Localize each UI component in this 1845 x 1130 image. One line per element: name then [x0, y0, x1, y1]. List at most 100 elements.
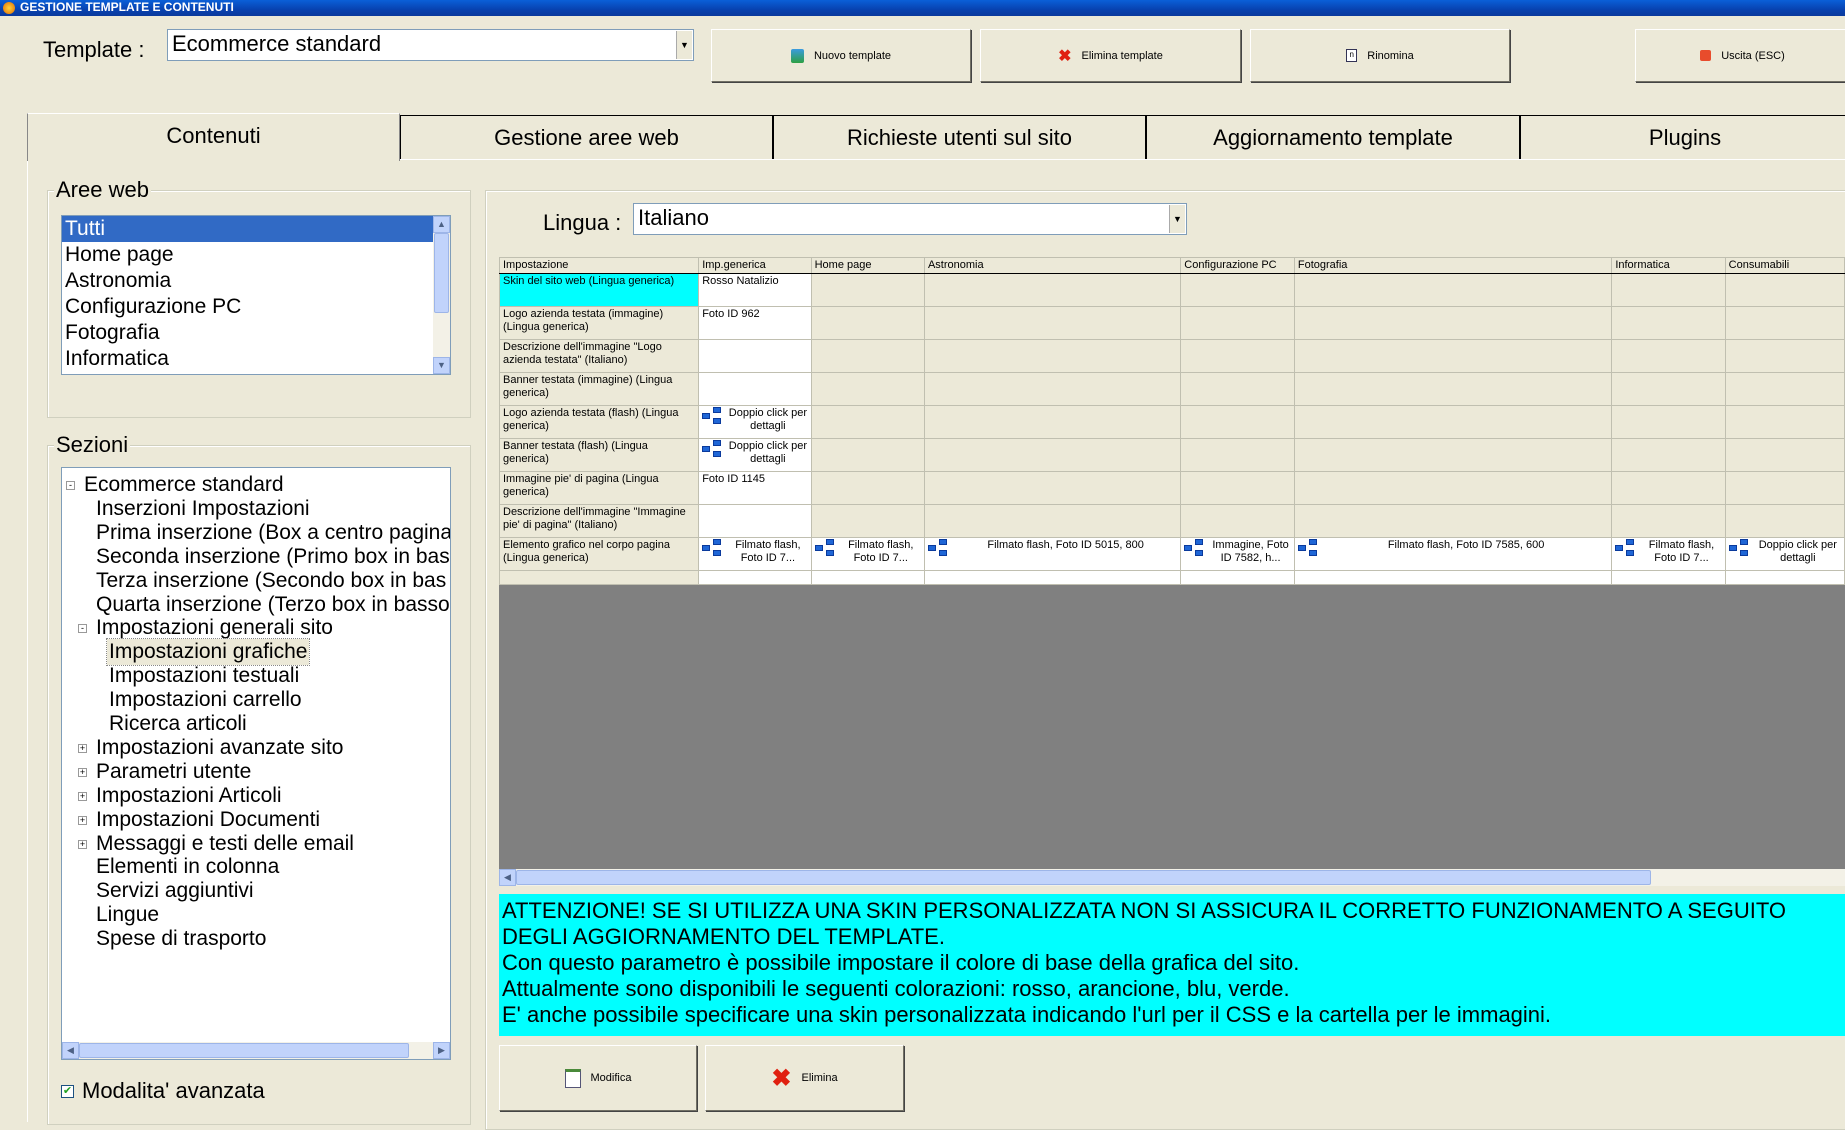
tree-node[interactable]: Ricerca articoli [107, 711, 249, 737]
empty-cell[interactable] [1180, 405, 1295, 439]
empty-cell[interactable] [810, 438, 925, 472]
tree-expand-icon[interactable]: + [78, 839, 87, 849]
empty-cell[interactable] [1293, 570, 1613, 585]
empty-cell[interactable] [923, 405, 1182, 439]
value-cell[interactable] [698, 372, 812, 406]
tree-node[interactable]: Quarta inserzione (Terzo box in basso [94, 592, 450, 618]
empty-cell[interactable] [810, 471, 925, 505]
column-header[interactable]: Home page [810, 257, 925, 274]
tree-collapse-icon[interactable]: - [78, 624, 87, 634]
new-template-button[interactable]: Nuovo template [711, 29, 971, 82]
scroll-up-icon[interactable]: ▲ [433, 216, 450, 233]
empty-cell[interactable] [1611, 306, 1726, 340]
tree-node[interactable]: Lingue [94, 902, 161, 928]
empty-cell[interactable] [923, 504, 1182, 538]
empty-cell[interactable] [1180, 438, 1295, 472]
value-cell[interactable]: Filmato flash, Foto ID 5015, 800 [923, 537, 1182, 571]
empty-cell[interactable] [923, 339, 1182, 373]
empty-cell[interactable] [1293, 405, 1613, 439]
tree-node[interactable]: Ecommerce standard [82, 472, 286, 498]
empty-cell[interactable] [1293, 504, 1613, 538]
empty-cell[interactable] [1611, 438, 1726, 472]
tree-node[interactable]: Impostazioni Articoli [94, 783, 284, 809]
scroll-thumb[interactable] [516, 870, 1651, 885]
aree-web-scrollbar[interactable]: ▲ ▼ [433, 216, 450, 374]
tree-node[interactable]: Seconda inserzione (Primo box in bas [94, 544, 450, 570]
tree-node[interactable]: Impostazioni carrello [107, 687, 304, 713]
list-item[interactable]: Astronomia [62, 268, 450, 294]
empty-cell[interactable] [1180, 306, 1295, 340]
empty-cell[interactable] [1611, 405, 1726, 439]
tree-node[interactable]: Servizi aggiuntivi [94, 878, 256, 904]
empty-cell[interactable] [1724, 471, 1845, 505]
value-cell[interactable]: Foto ID 962 [698, 306, 812, 340]
empty-cell[interactable] [1180, 339, 1295, 373]
tree-expand-icon[interactable]: + [78, 815, 87, 825]
scroll-thumb[interactable] [79, 1043, 409, 1058]
value-cell[interactable]: Filmato flash, Foto ID 7585, 600 [1293, 537, 1613, 571]
setting-name-cell[interactable]: Skin del sito web (Lingua generica) [498, 273, 700, 307]
setting-name-cell[interactable]: Descrizione dell'immagine "Immagine pie'… [498, 504, 700, 538]
value-cell[interactable] [698, 339, 812, 373]
empty-cell[interactable] [923, 306, 1182, 340]
rename-button[interactable]: n Rinomina [1250, 29, 1510, 82]
table-row[interactable]: Logo azienda testata (immagine) (Lingua … [498, 306, 1845, 340]
scroll-down-icon[interactable]: ▼ [433, 357, 450, 374]
grid-hscrollbar[interactable]: ◀ [499, 869, 1845, 886]
value-cell[interactable]: Foto ID 1145 [698, 471, 812, 505]
column-header[interactable]: Consumabili [1724, 257, 1845, 274]
empty-cell[interactable] [1611, 570, 1726, 585]
empty-cell[interactable] [1724, 570, 1845, 585]
tree-node[interactable]: Impostazioni generali sito [94, 615, 335, 641]
lingua-select[interactable]: Italiano ▼ [633, 203, 1187, 235]
empty-cell[interactable] [810, 306, 925, 340]
empty-cell[interactable] [1180, 570, 1295, 585]
empty-cell[interactable] [498, 570, 700, 585]
setting-name-cell[interactable]: Immagine pie' di pagina (Lingua generica… [498, 471, 700, 505]
aree-web-list[interactable]: Tutti Home page Astronomia Configurazione P… [61, 215, 451, 375]
tab-aggiornamento-template[interactable]: Aggiornamento template [1146, 115, 1520, 159]
column-header[interactable]: Astronomia [923, 257, 1182, 274]
tree-node[interactable]: Parametri utente [94, 759, 253, 785]
empty-cell[interactable] [810, 372, 925, 406]
empty-cell[interactable] [1293, 306, 1613, 340]
list-item[interactable]: Configurazione PC [62, 294, 450, 320]
value-cell[interactable]: Filmato flash, Foto ID 7... [1611, 537, 1726, 571]
table-row[interactable]: Banner testata (immagine) (Lingua generi… [498, 372, 1845, 406]
empty-cell[interactable] [1180, 372, 1295, 406]
tree-node[interactable]: Messaggi e testi delle email [94, 831, 356, 857]
tree-expand-icon[interactable]: + [78, 767, 87, 777]
scroll-left-icon[interactable]: ◀ [499, 869, 516, 886]
list-item[interactable]: Home page [62, 242, 450, 268]
exit-button[interactable]: Uscita (ESC) [1635, 29, 1845, 82]
tree-expand-icon[interactable]: + [78, 791, 87, 801]
settings-grid[interactable]: Impostazione Imp.generica Home page Astrono… [498, 257, 1845, 585]
value-cell[interactable]: Filmato flash, Foto ID 7... [810, 537, 925, 571]
tab-richieste-utenti[interactable]: Richieste utenti sul sito [773, 115, 1146, 159]
empty-cell[interactable] [1724, 504, 1845, 538]
scroll-thumb[interactable] [434, 233, 449, 313]
tab-plugins[interactable]: Plugins [1520, 115, 1845, 159]
empty-cell[interactable] [1293, 372, 1613, 406]
empty-cell[interactable] [1724, 438, 1845, 472]
empty-cell[interactable] [1180, 471, 1295, 505]
empty-cell[interactable] [1611, 339, 1726, 373]
chevron-down-icon[interactable]: ▼ [1169, 205, 1185, 233]
empty-cell[interactable] [1180, 273, 1295, 307]
delete-button[interactable]: ✖ Elimina [705, 1045, 904, 1111]
tree-node[interactable]: Terza inserzione (Secondo box in bas [94, 568, 448, 594]
delete-template-button[interactable]: ✖ Elimina template [980, 29, 1241, 82]
setting-name-cell[interactable]: Elemento grafico nel corpo pagina (Lingu… [498, 537, 700, 571]
table-row[interactable]: Logo azienda testata (flash) (Lingua gen… [498, 405, 1845, 439]
column-header[interactable]: Informatica [1611, 257, 1726, 274]
tree-expand-icon[interactable]: + [78, 743, 87, 753]
tree-node[interactable]: Impostazioni avanzate sito [94, 735, 345, 761]
empty-cell[interactable] [810, 504, 925, 538]
tab-gestione-aree-web[interactable]: Gestione aree web [400, 115, 773, 159]
tree-node[interactable]: Inserzioni Impostazioni [94, 496, 312, 522]
tree-node[interactable]: Prima inserzione (Box a centro pagina [94, 520, 450, 546]
empty-cell[interactable] [1293, 438, 1613, 472]
empty-cell[interactable] [1724, 339, 1845, 373]
table-row[interactable]: Immagine pie' di pagina (Lingua generica… [498, 471, 1845, 505]
column-header[interactable]: Configurazione PC [1180, 257, 1295, 274]
